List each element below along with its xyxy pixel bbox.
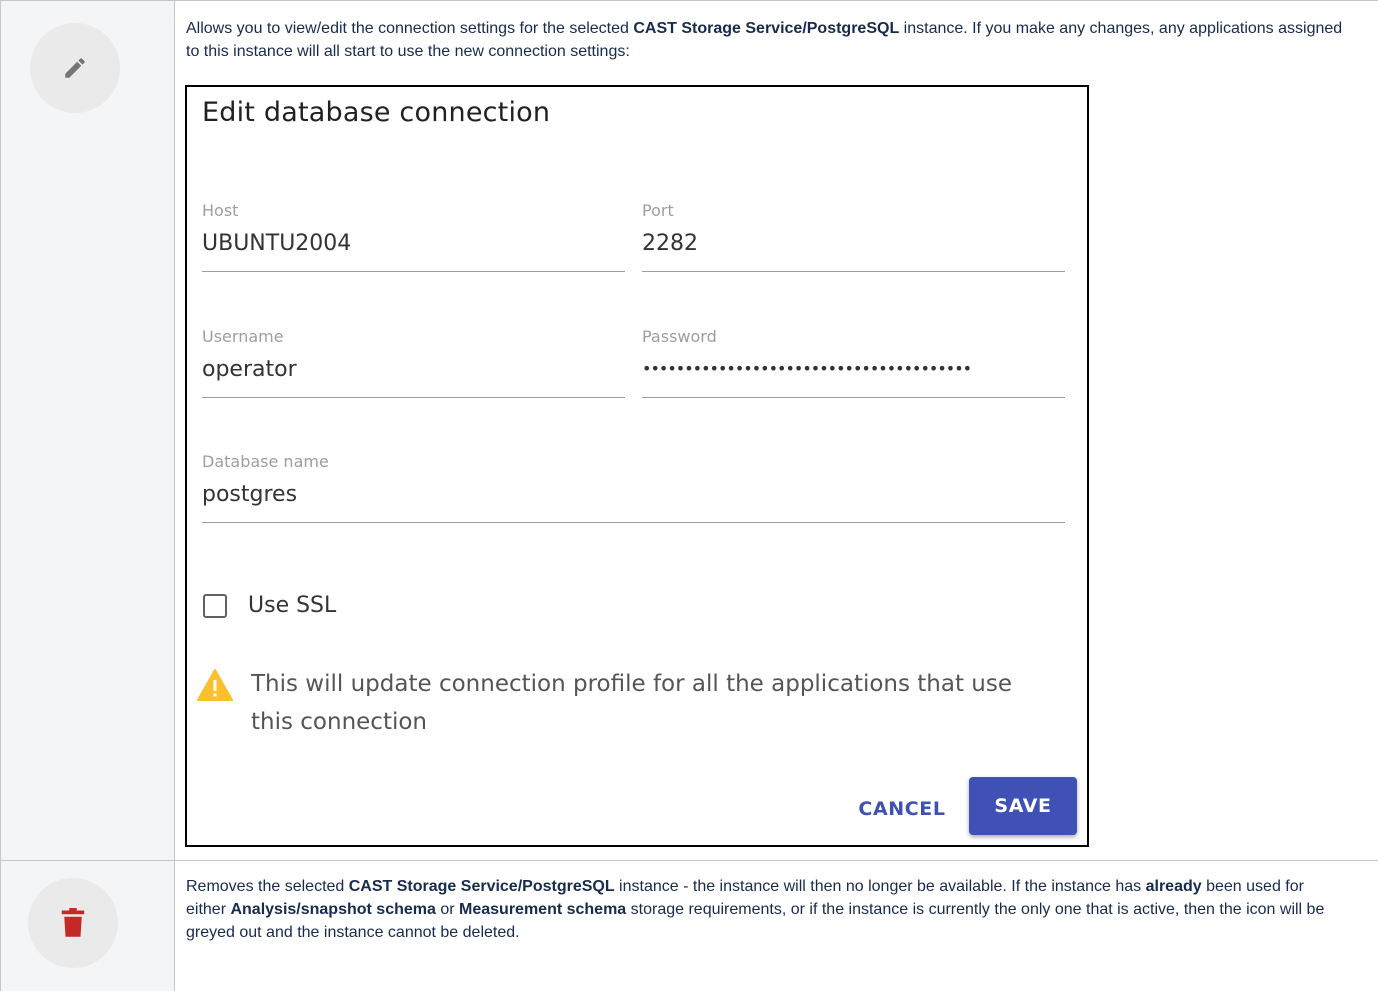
documentation-table: Allows you to view/edit the connection s… (0, 0, 1378, 991)
delete-button-illustration (28, 878, 118, 968)
database-name-input[interactable] (202, 482, 1065, 507)
cancel-button[interactable]: CANCEL (847, 789, 957, 829)
port-input[interactable] (642, 231, 1065, 256)
host-field[interactable]: Host (202, 201, 625, 273)
warning-icon (197, 669, 233, 701)
use-ssl-option[interactable]: Use SSL (203, 593, 336, 618)
host-underline (202, 271, 625, 272)
trash-icon (61, 908, 85, 937)
password-input[interactable]: ••••••••••••••••••••••••••••••••••••••• (642, 359, 1065, 378)
icon-cell (0, 861, 175, 991)
database-name-underline (202, 522, 1065, 523)
port-underline (642, 271, 1065, 272)
username-label: Username (202, 327, 284, 346)
username-input[interactable] (202, 357, 625, 382)
save-button[interactable]: SAVE (969, 777, 1077, 835)
icon-cell (0, 1, 175, 860)
host-input[interactable] (202, 231, 625, 256)
database-name-field[interactable]: Database name (202, 452, 1065, 524)
edit-button-illustration (30, 23, 120, 113)
edit-connection-dialog: Edit database connection Host Port Usern… (185, 85, 1089, 847)
database-name-label: Database name (202, 452, 329, 471)
table-row-delete: Removes the selected CAST Storage Servic… (0, 860, 1378, 991)
port-field[interactable]: Port (642, 201, 1065, 273)
use-ssl-checkbox[interactable] (203, 593, 227, 618)
dialog-title: Edit database connection (202, 97, 551, 128)
password-label: Password (642, 327, 717, 346)
row-description: Removes the selected CAST Storage Servic… (186, 878, 1325, 941)
username-field[interactable]: Username (202, 327, 625, 399)
username-underline (202, 397, 625, 398)
host-label: Host (202, 201, 239, 220)
use-ssl-label: Use SSL (248, 593, 337, 618)
row-description: Allows you to view/edit the connection s… (186, 20, 1343, 60)
password-field[interactable]: Password •••••••••••••••••••••••••••••••… (642, 327, 1065, 399)
pencil-icon (65, 58, 85, 78)
warning-text: This will update connection profile for … (251, 671, 1013, 735)
port-label: Port (642, 201, 674, 220)
table-row-edit: Allows you to view/edit the connection s… (0, 0, 1378, 860)
password-underline (642, 397, 1065, 398)
